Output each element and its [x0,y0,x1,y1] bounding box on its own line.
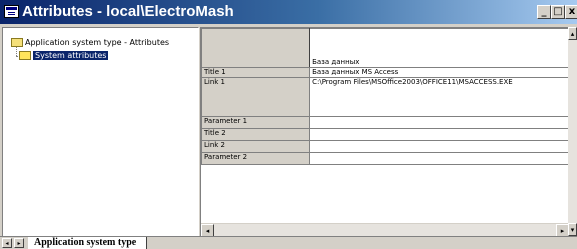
row-label: Parameter 1 [200,116,311,129]
close-button[interactable]: x [565,5,577,19]
scroll-up-button[interactable]: ▴ [568,27,577,40]
tree-connector [16,47,18,56]
table-header-row: База данных [200,28,569,68]
tree-child-node-system-attributes[interactable]: System attributes [19,49,109,63]
table-row[interactable]: Link 2 [200,140,569,153]
title-bar[interactable]: Attributes - local\ElectroMash _ □ x [0,0,577,24]
row-value[interactable] [309,152,569,165]
tree-root-label: Application system type - Attributes [25,38,170,47]
table-row[interactable]: Title 2 [200,128,569,141]
vertical-scrollbar[interactable]: ▴ ▾ [568,27,577,236]
row-value[interactable]: База данных MS Access [309,67,569,78]
app-window-icon [4,5,19,18]
row-value[interactable] [309,128,569,141]
row-header-corner [200,28,311,68]
minimize-button[interactable]: _ [537,5,551,19]
attribute-tree-pane: Application system type - Attributes Sys… [2,27,199,238]
tree-root-node[interactable]: Application system type - Attributes [11,36,169,50]
table-row[interactable]: Link 1 C:\Program Files\MSOffice2003\OFF… [200,77,569,117]
table-row[interactable]: Parameter 1 [200,116,569,129]
attribute-table: База данных Title 1 База данных MS Acces… [200,28,569,165]
row-label: Link 1 [200,77,311,117]
folder-icon [11,37,23,47]
column-header[interactable]: База данных [309,28,569,68]
attributes-window: Attributes - local\ElectroMash _ □ x App… [0,0,577,249]
tab-next-button[interactable]: ▸ [14,238,24,248]
row-value[interactable]: C:\Program Files\MSOffice2003\OFFICE11\M… [309,77,569,117]
open-folder-icon [19,50,31,60]
table-row[interactable]: Title 1 База данных MS Access [200,67,569,78]
attribute-grid: База данных Title 1 База данных MS Acces… [200,27,569,238]
window-title: Attributes - local\ElectroMash [22,3,234,20]
row-label: Title 1 [200,67,311,78]
row-value[interactable] [309,140,569,153]
row-label: Parameter 2 [200,152,311,165]
tab-application-system-type[interactable]: Application system type [28,237,148,249]
sheet-tab-bar: ◂ ▸ Application system type [0,236,577,249]
row-label: Title 2 [200,128,311,141]
row-value[interactable] [309,116,569,129]
row-label: Link 2 [200,140,311,153]
table-row[interactable]: Parameter 2 [200,152,569,165]
maximize-button[interactable]: □ [551,5,565,19]
scroll-down-button[interactable]: ▾ [568,223,577,236]
tab-prev-button[interactable]: ◂ [2,238,12,248]
tree-child-label: System attributes [33,51,109,60]
